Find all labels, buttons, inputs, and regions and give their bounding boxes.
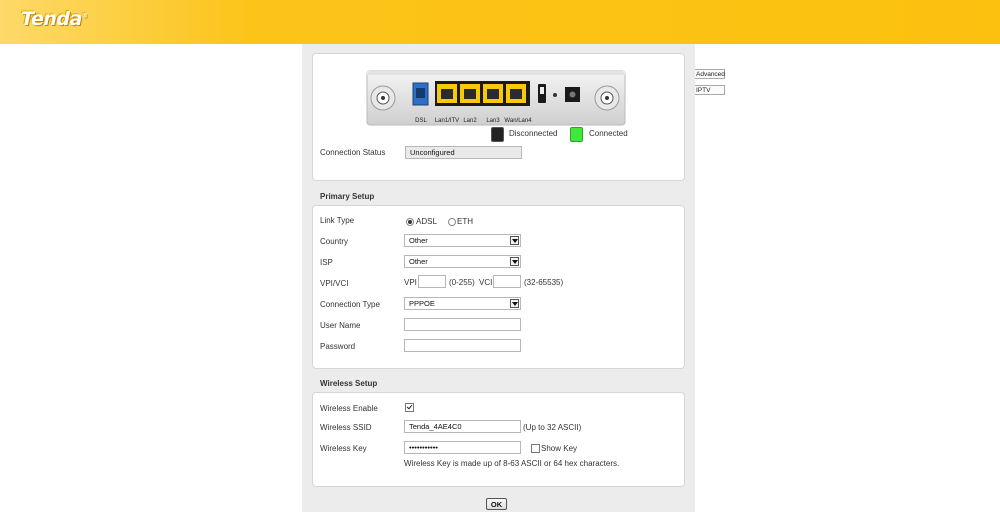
vpi-input[interactable] xyxy=(418,275,446,288)
ssid-hint: (Up to 32 ASCII) xyxy=(523,423,582,432)
vci-input[interactable] xyxy=(493,275,521,288)
port-label-wan-lan4: Wan/Lan4 xyxy=(504,118,532,124)
connected-indicator-icon xyxy=(570,127,583,142)
router-back-panel-image: DSL Lan1/ITV Lan2 Lan3 Wan/Lan4 xyxy=(366,70,626,126)
vpi-label: VPI xyxy=(404,278,417,287)
disconnected-indicator-icon xyxy=(491,127,504,142)
password-label: Password xyxy=(320,342,356,351)
password-input[interactable] xyxy=(404,339,521,352)
port-label-lan1: Lan1/ITV xyxy=(435,118,459,124)
wireless-setup-panel: Wireless Enable Wireless SSID Tenda_4AE4… xyxy=(312,392,685,487)
iptv-label: IPTV xyxy=(696,87,711,94)
username-input[interactable] xyxy=(404,318,521,331)
vpi-vci-label: VPI/VCI xyxy=(320,279,349,288)
vpi-range-hint: (0-255) xyxy=(449,278,475,287)
connection-type-select[interactable]: PPPOE xyxy=(404,297,521,310)
adsl-radio-label: ADSL xyxy=(416,217,437,226)
wireless-ssid-label: Wireless SSID xyxy=(320,423,372,432)
wireless-enable-label: Wireless Enable xyxy=(320,404,378,413)
advanced-label: Advanced xyxy=(696,71,725,78)
chevron-down-icon[interactable] xyxy=(510,257,519,266)
wireless-key-hint: Wireless Key is made up of 8-63 ASCII or… xyxy=(404,459,620,468)
primary-setup-title: Primary Setup xyxy=(320,192,375,201)
top-banner: Tenda® xyxy=(0,0,1000,44)
connection-type-select-value: PPPOE xyxy=(409,299,435,308)
username-label: User Name xyxy=(320,321,361,330)
country-label: Country xyxy=(320,237,349,246)
vci-label: VCI xyxy=(479,278,493,287)
legend-disconnected-label: Disconnected xyxy=(509,129,558,138)
wireless-key-input[interactable]: ••••••••••• xyxy=(404,441,521,454)
tenda-logo: Tenda® xyxy=(21,8,88,30)
wireless-enable-checkbox[interactable] xyxy=(405,403,414,412)
eth-radio[interactable] xyxy=(448,218,456,226)
isp-select-value: Other xyxy=(409,257,428,266)
wireless-key-label: Wireless Key xyxy=(320,444,367,453)
port-label-dsl: DSL xyxy=(415,118,427,124)
wireless-setup-title: Wireless Setup xyxy=(320,379,378,388)
vci-range-hint: (32-65535) xyxy=(524,278,564,287)
isp-select[interactable]: Other xyxy=(404,255,521,268)
country-select[interactable]: Other xyxy=(404,234,521,247)
setup-container: DSL Lan1/ITV Lan2 Lan3 Wan/Lan4 Disconne… xyxy=(302,44,695,512)
ok-button[interactable]: OK xyxy=(486,498,507,510)
connection-status-value: Unconfigured xyxy=(405,146,522,159)
connection-type-label: Connection Type xyxy=(320,300,380,309)
show-key-checkbox[interactable] xyxy=(531,444,540,453)
isp-label: ISP xyxy=(320,258,333,267)
adsl-radio[interactable] xyxy=(406,218,414,226)
country-select-value: Other xyxy=(409,236,428,245)
port-label-lan2: Lan2 xyxy=(463,118,477,124)
chevron-down-icon[interactable] xyxy=(510,236,519,245)
chevron-down-icon[interactable] xyxy=(510,299,519,308)
show-key-label: Show Key xyxy=(541,444,578,453)
eth-radio-label: ETH xyxy=(457,217,473,226)
link-type-label: Link Type xyxy=(320,216,355,225)
status-panel: DSL Lan1/ITV Lan2 Lan3 Wan/Lan4 Disconne… xyxy=(312,53,685,181)
primary-setup-panel: Link Type ADSL ETH Country Other ISP Oth… xyxy=(312,205,685,369)
connection-status-label: Connection Status xyxy=(320,148,386,157)
port-label-lan3: Lan3 xyxy=(486,118,500,124)
legend-connected-label: Connected xyxy=(589,129,628,138)
wireless-ssid-input[interactable]: Tenda_4AE4C0 xyxy=(404,420,521,433)
